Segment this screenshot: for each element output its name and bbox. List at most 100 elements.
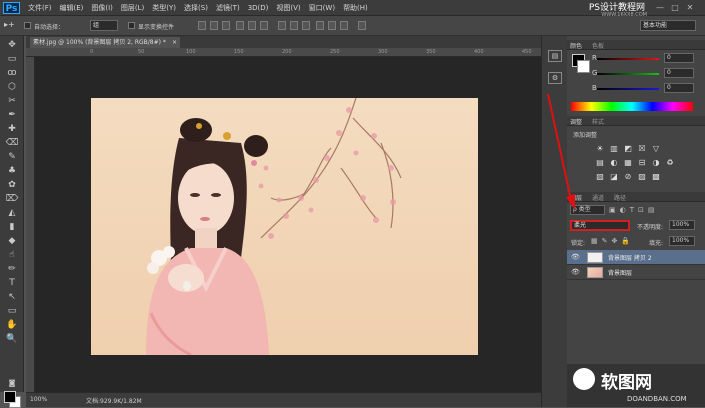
- tab-paths[interactable]: 路径: [614, 193, 626, 202]
- layer-filter-icons[interactable]: ▣◐T⊡▤: [609, 206, 699, 214]
- tab-styles[interactable]: 样式: [592, 117, 604, 126]
- distribute-hcenter-icon[interactable]: [328, 21, 336, 30]
- channel-slider-r[interactable]: [597, 58, 659, 60]
- clone-stamp-tool-icon[interactable]: ✎: [5, 150, 19, 164]
- distribute-bottom-icon[interactable]: [302, 21, 310, 30]
- channel-value-r[interactable]: 0: [664, 53, 694, 63]
- exposure-icon[interactable]: ☒: [637, 144, 647, 153]
- document-image[interactable]: [91, 98, 478, 355]
- threshold-icon[interactable]: ⊘: [623, 172, 633, 181]
- channel-mixer-icon[interactable]: ◑: [651, 158, 661, 167]
- type-tool-icon[interactable]: T: [5, 276, 19, 290]
- color-lookup-icon[interactable]: ♻: [665, 158, 675, 167]
- shape-tool-icon[interactable]: ▭: [5, 304, 19, 318]
- align-bottom-icon[interactable]: [222, 21, 230, 30]
- dodge-tool-icon[interactable]: ◆: [5, 234, 19, 248]
- menu-type[interactable]: 类型(Y): [148, 3, 180, 13]
- selective-color-icon[interactable]: ▩: [651, 172, 661, 181]
- color-spectrum-bar[interactable]: [571, 102, 693, 111]
- hue-saturation-icon[interactable]: ▤: [595, 158, 605, 167]
- auto-align-icon[interactable]: [358, 21, 366, 30]
- menu-file[interactable]: 文件(F): [24, 3, 56, 13]
- minimize-button[interactable]: —: [655, 3, 665, 12]
- zoom-tool-icon[interactable]: 🔍: [5, 332, 19, 346]
- menu-layer[interactable]: 图层(L): [117, 3, 148, 13]
- blur-tool-icon[interactable]: ▮: [5, 220, 19, 234]
- eraser-tool-icon[interactable]: ⌦: [5, 192, 19, 206]
- black-white-icon[interactable]: ▦: [623, 158, 633, 167]
- brush-tool-icon[interactable]: ⌫: [5, 136, 19, 150]
- channel-value-b[interactable]: 0: [664, 83, 694, 93]
- opacity-input[interactable]: 100%: [669, 220, 695, 230]
- distribute-left-icon[interactable]: [316, 21, 324, 30]
- align-hcenter-icon[interactable]: [248, 21, 256, 30]
- workspace-dropdown[interactable]: 基本功能: [640, 20, 696, 31]
- eyedropper-tool-icon[interactable]: ✒: [5, 108, 19, 122]
- color-balance-icon[interactable]: ◐: [609, 158, 619, 167]
- tab-color[interactable]: 颜色: [570, 41, 582, 50]
- gradient-map-icon[interactable]: ▨: [637, 172, 647, 181]
- marquee-tool-icon[interactable]: ▭: [5, 52, 19, 66]
- auto-select-dropdown[interactable]: 组: [90, 20, 118, 31]
- quick-mask-icon[interactable]: ◙: [5, 376, 19, 390]
- path-select-tool-icon[interactable]: ↖: [5, 290, 19, 304]
- distribute-vcenter-icon[interactable]: [290, 21, 298, 30]
- align-left-icon[interactable]: [236, 21, 244, 30]
- history-brush-tool-icon[interactable]: ♣: [5, 164, 19, 178]
- foreground-color-swatch[interactable]: [4, 391, 16, 403]
- channel-value-g[interactable]: 0: [664, 68, 694, 78]
- menu-3d[interactable]: 3D(D): [244, 3, 273, 13]
- lasso-tool-icon[interactable]: ꝏ: [5, 66, 19, 80]
- document-tab[interactable]: 素材.jpg @ 100% (背景图层 拷贝 2, RGB/8#) * ×: [30, 37, 180, 48]
- fill-input[interactable]: 100%: [669, 236, 695, 246]
- crop-tool-icon[interactable]: ✂: [5, 94, 19, 108]
- curves-icon[interactable]: ◩: [623, 144, 633, 153]
- properties-panel-icon[interactable]: ⚙: [548, 72, 562, 84]
- layer-row[interactable]: 👁 背景图层: [567, 265, 705, 280]
- distribute-right-icon[interactable]: [340, 21, 348, 30]
- tab-channels[interactable]: 通道: [592, 193, 604, 202]
- layer-row-selected[interactable]: 👁 背景图层 拷贝 2: [567, 250, 705, 265]
- history-panel-icon[interactable]: ▤: [548, 50, 562, 62]
- pen-tool-icon[interactable]: ☝: [5, 248, 19, 262]
- menu-select[interactable]: 选择(S): [180, 3, 212, 13]
- visibility-eye-icon[interactable]: 👁: [571, 268, 580, 276]
- menu-window[interactable]: 窗口(W): [305, 3, 339, 13]
- hand-tool-icon[interactable]: ✋: [5, 318, 19, 332]
- posterize-icon[interactable]: ◪: [609, 172, 619, 181]
- move-tool-icon[interactable]: ▸+: [4, 20, 15, 29]
- align-right-icon[interactable]: [260, 21, 268, 30]
- visibility-eye-icon[interactable]: 👁: [571, 253, 580, 261]
- tab-swatches[interactable]: 色板: [592, 41, 604, 50]
- distribute-top-icon[interactable]: [278, 21, 286, 30]
- freeform-pen-tool-icon[interactable]: ✏: [5, 262, 19, 276]
- blend-mode-dropdown[interactable]: 柔光: [570, 220, 630, 231]
- move-tool-icon[interactable]: ✥: [5, 38, 19, 52]
- maximize-button[interactable]: □: [670, 3, 680, 12]
- channel-slider-b[interactable]: [597, 88, 659, 90]
- channel-slider-g[interactable]: [597, 73, 659, 75]
- healing-tool-icon[interactable]: ✚: [5, 122, 19, 136]
- auto-select-checkbox[interactable]: [24, 22, 31, 29]
- document-tab-close-icon[interactable]: ×: [172, 37, 177, 48]
- quick-select-tool-icon[interactable]: ⬡: [5, 80, 19, 94]
- menu-edit[interactable]: 编辑(E): [56, 3, 88, 13]
- zoom-level[interactable]: 100%: [30, 396, 47, 403]
- gradient-tool-icon[interactable]: ◭: [5, 206, 19, 220]
- show-transform-checkbox[interactable]: [128, 22, 135, 29]
- close-button[interactable]: ✕: [685, 3, 695, 12]
- art-history-tool-icon[interactable]: ✿: [5, 178, 19, 192]
- menu-image[interactable]: 图像(I): [87, 3, 117, 13]
- menu-filter[interactable]: 滤镜(T): [212, 3, 244, 13]
- menu-help[interactable]: 帮助(H): [339, 3, 372, 13]
- align-top-icon[interactable]: [198, 21, 206, 30]
- background-color-swatch[interactable]: [577, 60, 590, 73]
- photo-filter-icon[interactable]: ⊟: [637, 158, 647, 167]
- lock-icons[interactable]: ▦✎✥🔒: [591, 237, 641, 245]
- levels-icon[interactable]: ▥: [609, 144, 619, 153]
- brightness-icon[interactable]: ☀: [595, 144, 605, 153]
- vibrance-icon[interactable]: ▽: [651, 144, 661, 153]
- invert-icon[interactable]: ▧: [595, 172, 605, 181]
- menu-view[interactable]: 视图(V): [272, 3, 304, 13]
- align-vcenter-icon[interactable]: [210, 21, 218, 30]
